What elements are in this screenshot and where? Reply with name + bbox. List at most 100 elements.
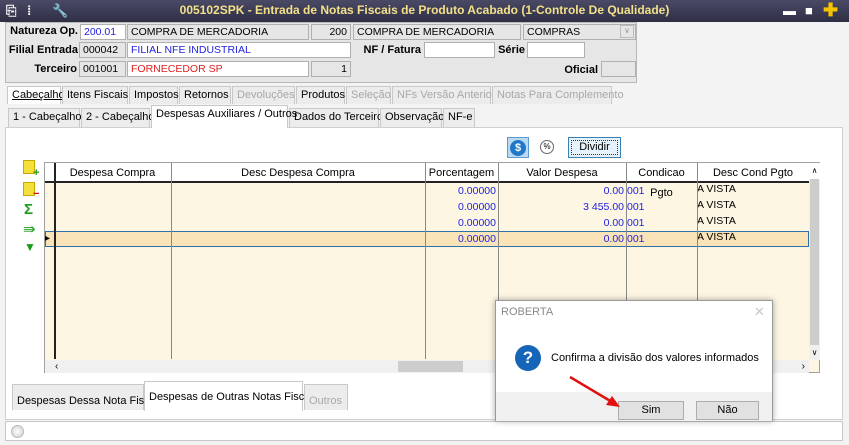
cell-desc-despesa[interactable] [171, 215, 425, 231]
subtab-observacao[interactable]: Observação [380, 108, 444, 127]
plus-icon[interactable]: ✚ [823, 0, 838, 21]
cell-desc-cond-pgto[interactable]: A VISTA [697, 231, 809, 247]
bottomtab-despesas-outras-notas[interactable]: Despesas de Outras Notas Fiscais [144, 381, 318, 411]
tab-selecao: Seleção [346, 86, 391, 104]
cell-desc-cond-pgto[interactable]: A VISTA [697, 215, 809, 231]
cell-condicao-pgto[interactable]: 001 [626, 215, 697, 231]
dollar-icon: $ [510, 140, 526, 156]
status-bar [5, 421, 843, 441]
remove-row-icon[interactable]: − [23, 182, 39, 200]
tab-impostos[interactable]: Impostos [129, 86, 179, 104]
cell-desc-despesa[interactable] [171, 231, 425, 247]
col-porcentagem[interactable]: Porcentagem [425, 163, 498, 183]
cell-valor-despesa[interactable]: 0.00 [498, 183, 626, 199]
subtab-despesas-auxiliares[interactable]: Despesas Auxiliares / Outros [151, 105, 297, 128]
tipo-select[interactable]: COMPRAS ∨ [523, 24, 636, 40]
cell-despesa-compra[interactable] [54, 215, 171, 231]
col-despesa-compra[interactable]: Despesa Compra [54, 163, 171, 183]
oficial-label: Oficial [564, 64, 598, 76]
move-down-icon[interactable]: ▼ [24, 240, 36, 254]
tab-cabecalho[interactable]: Cabeçalho [7, 86, 65, 104]
cell-condicao-pgto[interactable]: 001 [626, 183, 697, 199]
cell-desc-despesa[interactable] [171, 183, 425, 199]
percent-icon[interactable]: % [540, 140, 554, 154]
maximize-icon[interactable]: ■ [805, 3, 813, 18]
terceiro-code: 001001 [79, 61, 126, 77]
scroll-up-icon[interactable]: ∧ [809, 163, 820, 179]
cell-valor-despesa[interactable]: 3 455.00 [498, 199, 626, 215]
natureza-label: Natureza Op. [10, 25, 78, 37]
add-row-icon[interactable]: + [23, 160, 39, 179]
terceiro-num: 1 [311, 61, 351, 77]
cell-porcentagem[interactable]: 0.00000 [425, 231, 498, 247]
tab-notas-complemento: Notas Para Complemento [492, 86, 624, 104]
tab-produtos[interactable]: Produtos [296, 86, 345, 104]
natureza-num: 200 [311, 24, 351, 40]
nf-input[interactable] [424, 42, 495, 58]
cell-condicao-pgto[interactable]: 001 [626, 199, 697, 215]
subtab-dados-terceiro[interactable]: Dados do Terceiro [289, 108, 383, 127]
cell-despesa-compra[interactable] [54, 183, 171, 199]
dialog-message: Confirma a divisão dos valores informado… [551, 352, 759, 364]
natureza-code-input[interactable]: 200.01 [80, 24, 126, 40]
header-indicator [45, 163, 54, 183]
cell-porcentagem[interactable]: 0.00000 [425, 199, 498, 215]
filial-desc-input[interactable]: FILIAL NFE INDUSTRIAL [127, 42, 351, 58]
subtab-1-cabecalho[interactable]: 1 - Cabeçalho [8, 108, 82, 127]
status-indicator-icon [11, 425, 24, 438]
scroll-down-icon[interactable]: ∨ [809, 346, 820, 360]
horizontal-scroll-thumb[interactable] [398, 361, 463, 372]
col-desc-cond-pgto[interactable]: Desc Cond Pgto [697, 163, 809, 183]
terceiro-desc-input[interactable]: FORNECEDOR SP [127, 61, 309, 77]
cell-valor-despesa[interactable]: 0.00 [498, 215, 626, 231]
value-mode-button[interactable]: $ [507, 137, 529, 158]
natureza-desc: COMPRA DE MERCADORIA [127, 24, 309, 40]
scroll-right-icon[interactable]: › [802, 360, 805, 373]
filial-label: Filial Entrada [8, 44, 78, 56]
tipo-value: COMPRAS [527, 26, 581, 38]
oficial-field [601, 61, 636, 77]
cell-desc-cond-pgto[interactable]: A VISTA [697, 183, 809, 199]
tab-nfs-versao-anterior: NFs Versão Anterior [392, 86, 495, 104]
export-icon[interactable]: ⇛ [23, 220, 36, 238]
dialog-title: ROBERTA [501, 306, 554, 318]
cell-condicao-pgto[interactable]: 001 [626, 231, 697, 247]
cell-despesa-compra[interactable] [54, 199, 171, 215]
filial-code: 000042 [79, 42, 126, 58]
scroll-left-icon[interactable]: ‹ [55, 360, 58, 373]
minimize-icon[interactable]: ▬ [783, 3, 796, 18]
close-icon[interactable]: ✕ [754, 304, 765, 320]
nao-button[interactable]: Não [696, 401, 759, 420]
confirm-dialog: ROBERTA ✕ ? Confirma a divisão dos valor… [495, 300, 773, 421]
dividir-button[interactable]: Dividir [568, 137, 621, 158]
question-icon: ? [515, 345, 541, 371]
cell-desc-cond-pgto[interactable]: A VISTA [697, 199, 809, 215]
window-title: 005102SPK - Entrada de Notas Fiscais de … [179, 3, 670, 17]
sum-icon[interactable]: Σ [24, 201, 33, 218]
cell-desc-despesa[interactable] [171, 199, 425, 215]
vertical-scrollbar[interactable]: ∧ ∨ [809, 163, 820, 360]
col-condicao-pgto[interactable]: Condicao Pgto [626, 163, 697, 199]
vertical-scroll-thumb[interactable] [810, 179, 819, 345]
tab-devolucoes: Devoluções [232, 86, 295, 104]
cell-despesa-compra[interactable] [54, 231, 171, 247]
chevron-down-icon[interactable]: ∨ [620, 25, 634, 38]
subtab-nfe[interactable]: NF-e [443, 108, 475, 127]
serie-input[interactable] [527, 42, 585, 58]
serie-label: Série [498, 44, 525, 56]
tab-retornos[interactable]: Retornos [179, 86, 231, 104]
row-pointer-icon: ▸ [45, 233, 51, 244]
terceiro-label: Terceiro [34, 63, 77, 75]
col-valor-despesa[interactable]: Valor Despesa [498, 163, 626, 183]
col-desc-despesa[interactable]: Desc Despesa Compra [171, 163, 425, 183]
tab-itens-fiscais[interactable]: Itens Fiscais [62, 86, 128, 104]
red-arrow-annotation [569, 375, 620, 407]
cell-porcentagem[interactable]: 0.00000 [425, 183, 498, 199]
bottomtab-outros: Outros [304, 384, 348, 410]
title-bar: ⎘ ⁞ 🔧 005102SPK - Entrada de Notas Fisca… [0, 0, 849, 22]
subtab-2-cabecalho[interactable]: 2 - Cabeçalho [81, 108, 155, 127]
cell-porcentagem[interactable]: 0.00000 [425, 215, 498, 231]
cell-valor-despesa[interactable]: 0.00 [498, 231, 626, 247]
nf-label: NF / Fatura [363, 44, 421, 56]
bottomtab-despesas-dessa-nota[interactable]: Despesas Dessa Nota Fiscal [12, 384, 158, 410]
